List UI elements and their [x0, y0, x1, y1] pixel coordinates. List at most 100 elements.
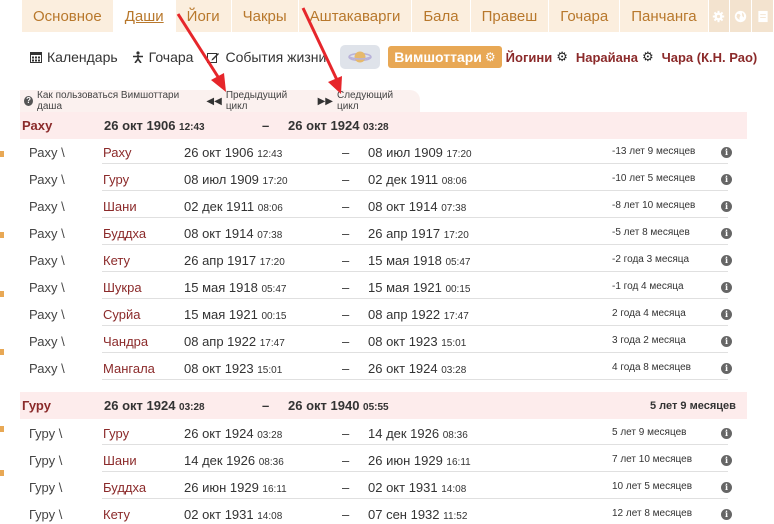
vimshottari-button[interactable]: Вимшоттари ⚙: [388, 46, 502, 68]
chara-link[interactable]: Чара (К.Н. Рао): [662, 50, 758, 65]
info-icon[interactable]: i: [721, 174, 732, 185]
tab-panchanga[interactable]: Панчанга: [620, 0, 709, 32]
time-text: 17:20: [262, 176, 288, 187]
mahadasha-start: 26 окт 1906 12:43: [104, 118, 205, 133]
calendar-link[interactable]: Календарь: [30, 49, 118, 65]
info-icon[interactable]: i: [721, 147, 732, 158]
separator: –: [342, 172, 350, 187]
mahadasha-header: Гуру 26 окт 1924 03:28 – 26 окт 1940 05:…: [20, 392, 747, 419]
antardasha-cells: Шукра 15 мая 1918 05:47 – 15 мая 1921 00:15…: [102, 273, 728, 299]
life-events-link[interactable]: События жизни: [207, 49, 326, 65]
settings-tab[interactable]: [708, 0, 731, 32]
age-duration: -5 лет 8 месяцев: [612, 227, 690, 238]
edge-marker: [0, 349, 4, 355]
main-tabs: Основное Даши Йоги Чакры Аштакаварги Бал…: [22, 0, 774, 32]
antardasha-planet[interactable]: Шани: [103, 453, 137, 468]
info-icon[interactable]: i: [721, 255, 732, 266]
time-text: 00:15: [445, 284, 471, 295]
narayana-label: Нарайана: [575, 49, 638, 65]
antardasha-row: Раху \ Мангала 08 окт 1923 15:01 – 26 окт 19…: [20, 354, 747, 381]
prev-cycle-link[interactable]: ◀◀ Предыдущий цикл: [206, 90, 301, 112]
mahadasha-planet[interactable]: Раху: [22, 118, 52, 133]
globe-tab[interactable]: [730, 0, 753, 32]
prev-cycle-label: Предыдущий цикл: [225, 90, 288, 112]
parent-planet: Раху \: [29, 145, 65, 160]
gochara-link[interactable]: Гочара: [132, 49, 193, 65]
tab-label: Даши: [124, 7, 164, 25]
start-datetime: 26 июн 1929 16:11: [184, 480, 287, 495]
date-text: 26 окт 1940: [288, 398, 360, 413]
antardasha-planet[interactable]: Кету: [103, 253, 130, 268]
time-text: 08:06: [257, 203, 283, 214]
tab-dashas[interactable]: Даши: [113, 0, 176, 32]
info-icon[interactable]: i: [721, 282, 732, 293]
antardasha-planet[interactable]: Буддха: [103, 226, 146, 241]
mahadasha-planet[interactable]: Гуру: [22, 398, 51, 413]
mahadasha-header: Раху 26 окт 1906 12:43 – 26 окт 1924 03:…: [20, 112, 747, 139]
antardasha-planet[interactable]: Буддха: [103, 480, 146, 495]
tab-gochara[interactable]: Гочара: [549, 0, 621, 32]
info-icon[interactable]: i: [721, 309, 732, 320]
parent-planet: Раху \: [29, 226, 65, 241]
parent-planet: Гуру \: [29, 507, 63, 522]
antardasha-planet[interactable]: Мангала: [103, 361, 155, 376]
antardasha-planet[interactable]: Кету: [103, 507, 130, 522]
info-icon[interactable]: i: [721, 482, 732, 493]
info-icon[interactable]: i: [721, 363, 732, 374]
info-icon[interactable]: i: [721, 428, 732, 439]
tab-label: Аштакаварги: [309, 7, 401, 25]
planet-icon: [348, 51, 373, 63]
mahadasha-duration: 5 лет 9 месяцев: [650, 399, 736, 412]
antardasha-planet[interactable]: Гуру: [103, 426, 129, 441]
antardasha-cells: Кету 26 апр 1917 17:20 – 15 мая 1918 05:47 -…: [102, 246, 728, 272]
separator: –: [342, 334, 350, 349]
narayana-link[interactable]: Нарайана ⚙: [576, 49, 654, 65]
yogini-link[interactable]: Йогини ⚙: [506, 49, 568, 65]
time-text: 05:47: [445, 257, 471, 268]
info-icon[interactable]: i: [721, 509, 732, 520]
info-icon[interactable]: i: [721, 228, 732, 239]
parent-planet: Гуру \: [29, 426, 63, 441]
tab-main[interactable]: Основное: [22, 0, 114, 32]
calendar-icon: [30, 52, 42, 63]
tab-label: Йоги: [186, 7, 220, 25]
tab-chakras[interactable]: Чакры: [232, 0, 299, 32]
edge-marker: [0, 426, 4, 432]
tab-bala[interactable]: Бала: [412, 0, 471, 32]
next-cycle-link[interactable]: ▶▶ Следующий цикл: [318, 90, 408, 112]
rewind-icon: ◀◀: [206, 95, 222, 107]
time-text: 17:20: [446, 149, 472, 160]
antardasha-planet[interactable]: Раху: [103, 145, 131, 160]
date-text: 14 дек 1926: [184, 453, 256, 468]
next-cycle-label: Следующий цикл: [336, 90, 394, 112]
document-tab[interactable]: [752, 0, 774, 32]
how-to-link[interactable]: ? Как пользоваться Вимшоттари даша: [24, 90, 190, 112]
tab-yogas[interactable]: Йоги: [176, 0, 232, 32]
planet-button[interactable]: [340, 45, 381, 69]
edge-marker: [0, 151, 4, 157]
date-text: 26 окт 1924: [288, 118, 360, 133]
tab-pravesh[interactable]: Правеш: [471, 0, 550, 32]
info-icon[interactable]: i: [721, 201, 732, 212]
end-datetime: 26 июн 1929 16:11: [368, 453, 471, 468]
time-text: 03:28: [363, 122, 389, 133]
end-datetime: 15 мая 1918 05:47: [368, 253, 470, 268]
start-datetime: 26 апр 1917 17:20: [184, 253, 285, 268]
info-icon[interactable]: i: [721, 455, 732, 466]
time-text: 15:01: [441, 338, 467, 349]
date-text: 08 июл 1909: [368, 145, 443, 160]
antardasha-planet[interactable]: Чандра: [103, 334, 148, 349]
antardasha-planet[interactable]: Шукра: [103, 280, 142, 295]
antardasha-planet[interactable]: Сурйа: [103, 307, 140, 322]
antardasha-planet[interactable]: Шани: [103, 199, 137, 214]
end-datetime: 26 апр 1917 17:20: [368, 226, 469, 241]
antardasha-planet[interactable]: Гуру: [103, 172, 129, 187]
start-datetime: 15 мая 1921 00:15: [184, 307, 286, 322]
edge-marker: [0, 291, 4, 297]
gear-icon: ⚙: [484, 50, 496, 64]
info-icon[interactable]: i: [721, 336, 732, 347]
tab-ashtakavarga[interactable]: Аштакаварги: [299, 0, 413, 32]
antardasha-cells: Сурйа 15 мая 1921 00:15 – 08 апр 1922 17:47…: [102, 300, 728, 326]
date-text: 26 апр 1917: [184, 253, 257, 268]
date-text: 02 окт 1931: [184, 507, 254, 522]
